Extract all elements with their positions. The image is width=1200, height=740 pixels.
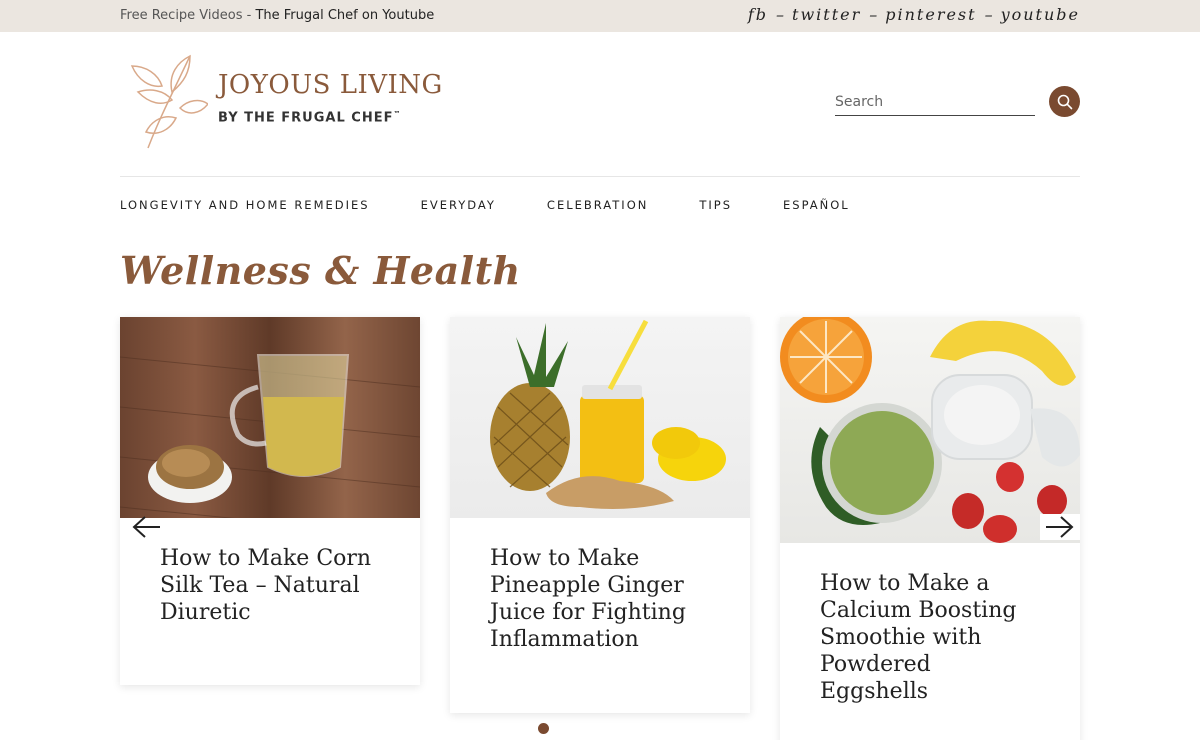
social-link-fb[interactable]: fb [748,5,768,24]
recipe-title[interactable]: How to Make Pineapple Ginger Juice for F… [490,545,714,653]
recipe-image[interactable] [119,317,421,538]
social-separator: – [984,5,993,24]
nav-item-everyday[interactable]: EVERYDAY [421,198,496,214]
recipe-image[interactable] [780,311,1080,543]
recipe-image[interactable] [450,317,750,518]
social-separator: – [869,5,878,24]
nav-item-celebration[interactable]: CELEBRATION [547,198,648,214]
nav-item-longevity[interactable]: LONGEVITY AND HOME REMEDIES [120,198,370,214]
nav-item-espanol[interactable]: ESPAÑOL [783,198,850,214]
social-link-twitter[interactable]: twitter [792,5,861,24]
recipe-card[interactable]: How to Make Pineapple Ginger Juice for F… [450,317,750,713]
recipe-card[interactable]: How to Make a Calcium Boosting Smoothie … [780,311,1080,740]
logo-title: JOYOUS LIVING [218,70,443,100]
youtube-promo-link[interactable]: The Frugal Chef on Youtube [255,8,434,23]
carousel-next-button[interactable] [1040,514,1080,540]
nav-item-tips[interactable]: TIPS [699,198,732,214]
search-button[interactable] [1049,86,1080,117]
leaf-logo-icon [130,54,208,149]
main-nav: LONGEVITY AND HOME REMEDIES EVERYDAY CEL… [120,198,901,214]
recipe-title[interactable]: How to Make Corn Silk Tea – Natural Diur… [160,545,384,626]
recipe-title[interactable]: How to Make a Calcium Boosting Smoothie … [820,570,1044,705]
search-icon [1057,94,1072,109]
juice-illustration [490,319,726,509]
trademark-symbol: ™ [393,110,402,118]
social-link-pinterest[interactable]: pinterest [885,5,976,24]
carousel-dot[interactable] [538,723,549,734]
logo-subtitle: BY THE FRUGAL CHEF™ [218,110,401,125]
tea-illustration [119,354,421,538]
search-input[interactable] [835,86,1035,114]
carousel-prev-button[interactable] [126,514,166,540]
promo-prefix: Free Recipe Videos - [120,8,256,23]
social-separator: – [776,5,785,24]
top-bar: Free Recipe Videos - The Frugal Chef on … [0,0,1200,32]
recipe-card[interactable]: How to Make Corn Silk Tea – Natural Diur… [119,317,421,685]
social-links: fb – twitter – pinterest – youtube [748,5,1080,24]
promo-text: Free Recipe Videos - The Frugal Chef on … [120,8,434,23]
social-link-youtube[interactable]: youtube [1001,5,1080,24]
site-logo[interactable]: JOYOUS LIVING BY THE FRUGAL CHEF™ [128,52,442,152]
smoothie-illustration [780,311,1080,543]
section-title: Wellness & Health [120,248,521,293]
header-divider [120,176,1080,177]
arrow-left-icon [132,516,160,538]
arrow-right-icon [1046,516,1074,538]
search-field [835,86,1035,116]
logo-subtitle-text: BY THE FRUGAL CHEF [218,110,394,126]
